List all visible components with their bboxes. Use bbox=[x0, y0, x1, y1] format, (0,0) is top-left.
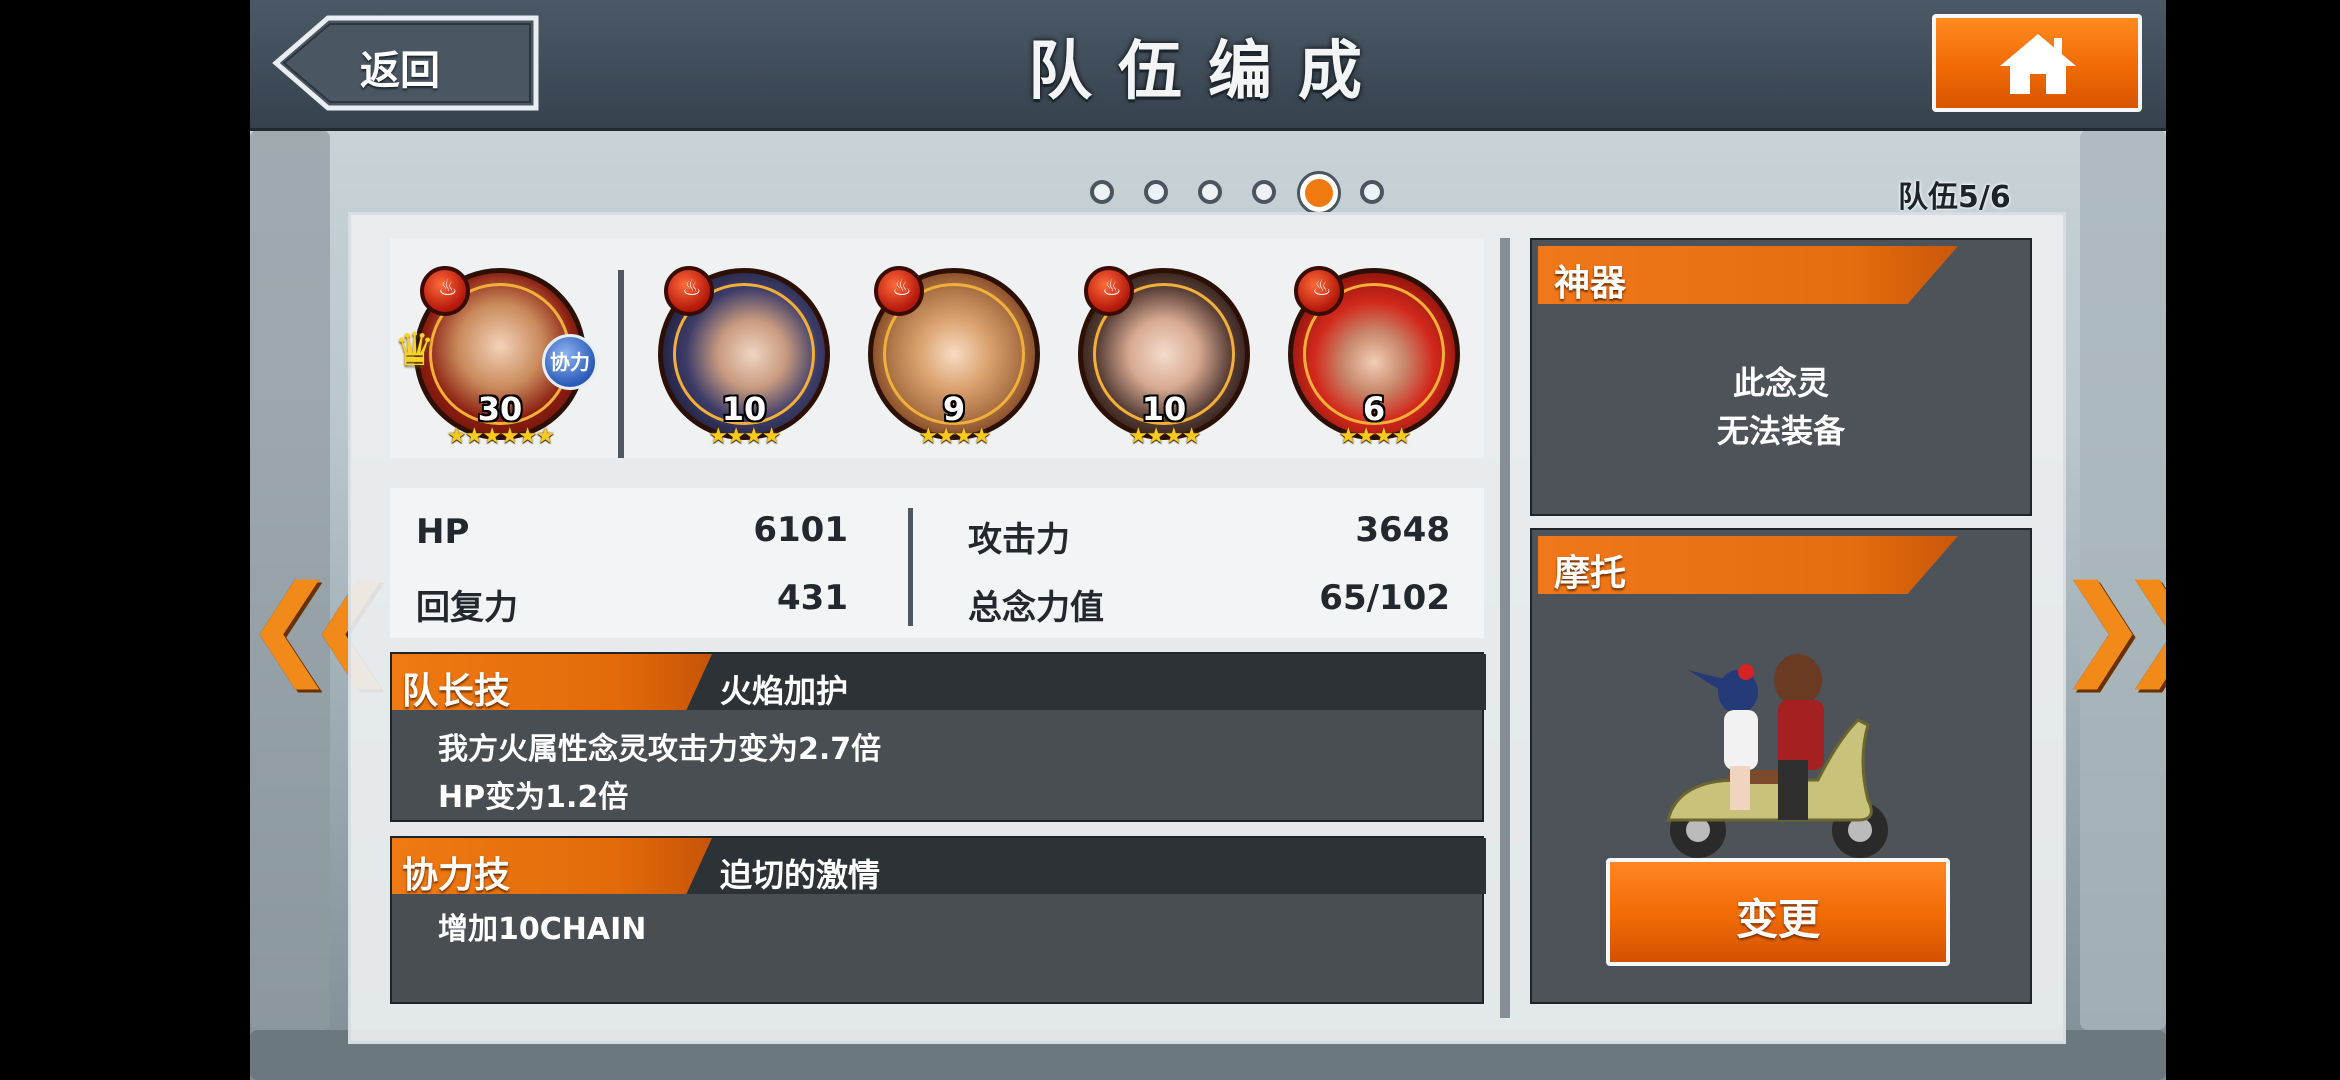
page-dot-5-active[interactable] bbox=[1300, 174, 1338, 212]
leader-skill-name: 火焰加护 bbox=[720, 672, 849, 710]
leader-separator bbox=[618, 270, 624, 458]
recovery-label: 回复力 bbox=[416, 588, 518, 628]
assist-skill-tag: 协力技 bbox=[392, 838, 712, 894]
panel-divider bbox=[1500, 238, 1510, 1018]
page-dot-6[interactable] bbox=[1360, 180, 1384, 204]
page-dot-2[interactable] bbox=[1144, 180, 1168, 204]
home-button[interactable] bbox=[1932, 14, 2142, 112]
member-level: 30 bbox=[477, 390, 523, 428]
member-level: 10 bbox=[1141, 390, 1187, 428]
motorbike-slot: 摩托 变更 bbox=[1530, 528, 2032, 1004]
recovery-value: 431 bbox=[777, 578, 848, 618]
party-member-4[interactable]: ♨ 10 ★★★★ bbox=[1078, 266, 1258, 458]
page-dot-3[interactable] bbox=[1198, 180, 1222, 204]
assist-skill-name: 迫切的激情 bbox=[720, 856, 881, 894]
hp-label: HP bbox=[416, 512, 470, 552]
member-level: 9 bbox=[942, 390, 966, 428]
attack-label: 攻击力 bbox=[968, 520, 1070, 560]
page-title: 队伍编成 bbox=[1028, 35, 1388, 109]
artifact-slot[interactable]: 神器 此念灵 无法装备 bbox=[1530, 238, 2032, 516]
leader-skill-tag: 队长技 bbox=[392, 654, 712, 710]
next-arrow-icon: ❯❯ bbox=[2056, 561, 2166, 689]
member-rarity-stars: ★★★★ bbox=[918, 424, 992, 449]
member-level: 6 bbox=[1362, 390, 1386, 428]
attack-value: 3648 bbox=[1355, 510, 1450, 550]
assist-badge: 协力 bbox=[542, 334, 598, 390]
artifact-tag: 神器 bbox=[1538, 246, 1958, 304]
artifact-msg-line1: 此念灵 bbox=[1732, 364, 1829, 402]
leader-skill-box: 队长技 火焰加护 我方火属性念灵攻击力变为2.7倍 HP变为1.2倍 bbox=[390, 652, 1486, 822]
change-button[interactable]: 变更 bbox=[1606, 858, 1950, 966]
team-pagination bbox=[250, 174, 2166, 214]
assist-skill-desc-line1: 增加10CHAIN bbox=[438, 912, 647, 947]
leader-crown-icon: ♛ bbox=[394, 322, 436, 376]
total-power-value: 65/102 bbox=[1319, 578, 1450, 618]
assist-skill-box: 协力技 迫切的激情 增加10CHAIN bbox=[390, 836, 1486, 1004]
home-icon bbox=[2000, 34, 2076, 94]
top-bar: 返回 队伍编成 bbox=[250, 0, 2166, 131]
game-screen: 返回 队伍编成 队伍5/6 ❮❮ ❯❯ ♨ ♛ 协力 bbox=[250, 0, 2166, 1080]
fire-element-icon: ♨ bbox=[1084, 266, 1134, 316]
next-team-button[interactable]: ❯❯ bbox=[2056, 540, 2166, 710]
fire-element-icon: ♨ bbox=[420, 266, 470, 316]
member-rarity-stars: ★★★★ bbox=[708, 424, 782, 449]
motorbike-tag: 摩托 bbox=[1538, 536, 1958, 594]
page-dot-1[interactable] bbox=[1090, 180, 1114, 204]
hp-value: 6101 bbox=[753, 510, 848, 550]
party-member-3[interactable]: ♨ 9 ★★★★ bbox=[868, 266, 1048, 458]
member-level: 10 bbox=[721, 390, 767, 428]
artifact-msg-line2: 无法装备 bbox=[1716, 412, 1845, 450]
fire-element-icon: ♨ bbox=[664, 266, 714, 316]
party-member-2[interactable]: ♨ 10 ★★★★ bbox=[658, 266, 838, 458]
fire-element-icon: ♨ bbox=[874, 266, 924, 316]
page-dot-4[interactable] bbox=[1252, 180, 1276, 204]
total-power-label: 总念力值 bbox=[968, 588, 1104, 628]
member-rarity-stars: ★★★★★★ bbox=[446, 424, 555, 449]
team-counter: 队伍5/6 bbox=[1898, 180, 2011, 215]
change-button-label: 变更 bbox=[1735, 895, 1820, 944]
prev-team-button[interactable]: ❮❮ bbox=[250, 540, 398, 710]
party-member-5[interactable]: ♨ 6 ★★★★ bbox=[1288, 266, 1468, 458]
leader-skill-desc-line1: 我方火属性念灵攻击力变为2.7倍 bbox=[438, 732, 882, 767]
motorbike-illustration bbox=[1666, 654, 1888, 858]
member-rarity-stars: ★★★★ bbox=[1128, 424, 1202, 449]
fire-element-icon: ♨ bbox=[1294, 266, 1344, 316]
party-member-leader[interactable]: ♨ ♛ 协力 30 ★★★★★★ bbox=[394, 266, 598, 458]
stats-separator bbox=[908, 508, 913, 626]
member-rarity-stars: ★★★★ bbox=[1338, 424, 1412, 449]
leader-skill-desc-line2: HP变为1.2倍 bbox=[438, 780, 629, 815]
